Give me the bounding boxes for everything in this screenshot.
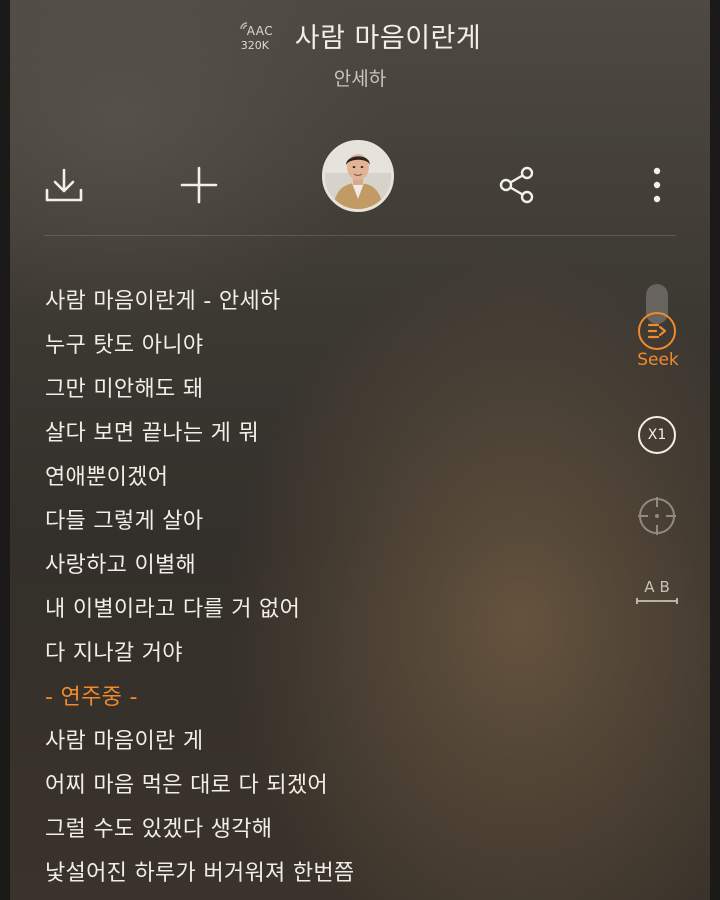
speed-label: X1	[647, 427, 667, 443]
lyric-line[interactable]: 낯설어진 하루가 버거워져 한번쯤	[45, 852, 605, 896]
locate-current-line-button[interactable]	[636, 495, 678, 537]
lyrics-screen: AAC 320K 사람 마음이란게 안세하 사람 마음이란게 - 안세하 누구 …	[0, 0, 720, 900]
toolbar	[0, 140, 720, 230]
song-title: 사람 마음이란게	[294, 23, 482, 54]
toolbar-divider	[44, 235, 676, 236]
lyric-line[interactable]: 그럴 수도 있겠다 생각해	[45, 808, 605, 852]
lyrics-list[interactable]: 사람 마음이란게 - 안세하 누구 탓도 아니야 그만 미안해도 돼 살다 보면…	[45, 280, 605, 896]
share-button[interactable]	[494, 162, 540, 208]
lyric-line[interactable]: 살다 보면 끝나는 게 뭐	[45, 412, 605, 456]
right-edge	[710, 0, 720, 900]
ab-repeat-button[interactable]: AB	[634, 578, 680, 606]
plus-icon	[180, 166, 218, 204]
download-button[interactable]	[40, 164, 88, 208]
title-row: AAC 320K 사람 마음이란게	[0, 16, 720, 55]
lyric-line[interactable]: 누구 탓도 아니야	[45, 324, 605, 368]
more-vertical-icon	[653, 167, 661, 203]
artist-avatar[interactable]	[322, 140, 394, 212]
lyric-line[interactable]: 내 이별이라고 다를 거 없어	[45, 588, 605, 632]
lyric-line-current[interactable]: - 연주중 -	[45, 676, 605, 720]
artist-name[interactable]: 안세하	[0, 64, 720, 91]
download-icon	[45, 168, 83, 202]
audio-quality-badge: AAC 320K	[239, 17, 281, 55]
lyric-line[interactable]: 사람 마음이란 게	[45, 720, 605, 764]
lyric-line[interactable]: 다 지나갈 거야	[45, 632, 605, 676]
lyric-line[interactable]: 사람 마음이란게 - 안세하	[45, 280, 605, 324]
header: AAC 320K 사람 마음이란게 안세하	[0, 14, 720, 94]
lyric-line[interactable]: 다들 그렇게 살아	[45, 500, 605, 544]
lyric-line[interactable]: 사랑하고 이별해	[45, 544, 605, 588]
quality-format: AAC	[246, 23, 274, 38]
lyric-line[interactable]: 그만 미안해도 돼	[45, 368, 605, 412]
seek-icon	[647, 323, 667, 339]
left-edge	[0, 0, 10, 900]
seek-label[interactable]: Seek	[630, 350, 686, 370]
seek-button[interactable]	[638, 312, 676, 350]
add-to-playlist-button[interactable]	[176, 162, 222, 208]
lyric-line[interactable]: 어찌 마음 먹은 대로 다 되겠어	[45, 764, 605, 808]
ab-range-icon	[636, 598, 678, 604]
share-icon	[499, 166, 534, 204]
quality-bitrate: 320K	[240, 38, 269, 52]
lyric-line[interactable]: 연애뿐이겠어	[45, 456, 605, 500]
artist-photo	[325, 143, 391, 209]
crosshair-icon	[638, 497, 676, 535]
more-options-button[interactable]	[640, 160, 674, 210]
playback-speed-button[interactable]: X1	[638, 416, 676, 454]
